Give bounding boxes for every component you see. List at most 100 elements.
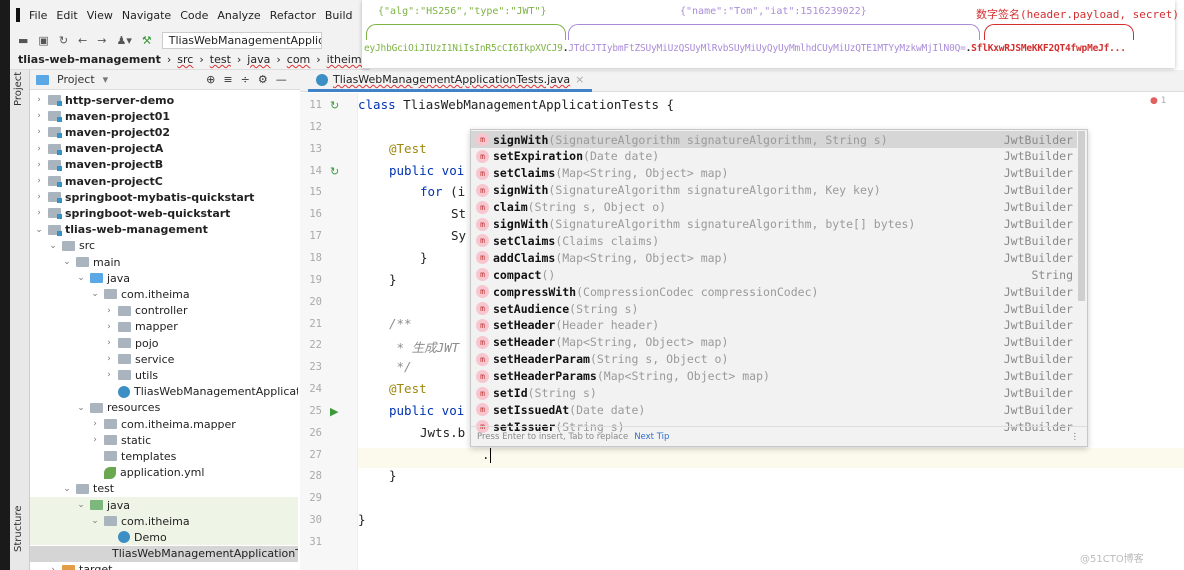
tree-item[interactable]: › maven-projectB [34, 157, 163, 173]
run-config-select[interactable]: TliasWebManagementApplica [161, 31, 322, 49]
chevron-down-icon[interactable]: ⌄ [76, 273, 86, 283]
tree-item[interactable]: ⌄ java [30, 497, 298, 513]
structure-tool-tab[interactable]: Structure [13, 505, 24, 552]
tree-item[interactable]: › maven-projectC [34, 173, 163, 189]
breadcrumb-item[interactable]: test [210, 53, 231, 66]
gear-icon[interactable]: ⚙ [258, 73, 268, 86]
tree-item[interactable]: › controller [104, 303, 187, 319]
tree-item[interactable]: › mapper [104, 319, 178, 335]
completion-item[interactable]: m setAudience (String s) JwtBuilder [471, 300, 1077, 317]
back-icon[interactable]: ← [78, 34, 87, 47]
collapse-all-icon[interactable]: ÷ [241, 73, 250, 86]
chevron-right-icon[interactable]: › [90, 435, 100, 445]
menu-navigate[interactable]: Navigate [122, 9, 171, 22]
run-icon[interactable]: ▶ [330, 405, 338, 418]
tree-item[interactable]: ⌄ tlias-web-management [34, 222, 208, 238]
tree-item[interactable]: ⌄ resources [76, 400, 160, 416]
save-icon[interactable]: ▣ [38, 34, 48, 47]
chevron-right-icon[interactable]: › [34, 160, 44, 170]
tree-item[interactable]: › static [90, 432, 151, 448]
tree-item[interactable]: templates [90, 448, 176, 464]
tree-item[interactable]: ⌄ com.itheima [30, 513, 298, 530]
chevron-down-icon[interactable]: ⌄ [62, 484, 72, 494]
chevron-right-icon[interactable]: › [34, 144, 44, 154]
tree-item[interactable]: application.yml [90, 465, 204, 481]
expand-all-icon[interactable]: ≡ [223, 73, 232, 86]
run-test-icon[interactable]: ↻ [330, 165, 339, 178]
tree-item[interactable]: › utils [104, 367, 158, 383]
tree-item[interactable]: ⌄ com.itheima [90, 286, 189, 302]
menu-refactor[interactable]: Refactor [270, 9, 316, 22]
completion-item[interactable]: m addClaims (Map<String, Object> map) JwtBu… [471, 249, 1077, 266]
tree-item[interactable]: ⌄ java [76, 270, 130, 286]
close-icon[interactable]: × [575, 73, 584, 86]
completion-item[interactable]: m claim (String s, Object o) JwtBuilder [471, 199, 1077, 216]
completion-item[interactable]: m setIssuedAt (Date date) JwtBuilder [471, 401, 1077, 418]
chevron-right-icon[interactable]: › [104, 370, 114, 380]
breadcrumb-item[interactable]: com [287, 53, 311, 66]
chevron-down-icon[interactable]: ⌄ [90, 516, 100, 526]
tree-item[interactable]: Demo [30, 529, 298, 546]
menu-build[interactable]: Build [325, 9, 353, 22]
hide-icon[interactable]: — [276, 73, 287, 86]
completion-item[interactable]: m compressWith (CompressionCodec compressi… [471, 283, 1077, 300]
tree-item[interactable]: TliasWebManagementApplication [104, 384, 298, 400]
chevron-right-icon[interactable]: › [104, 322, 114, 332]
tree-item[interactable]: › http-server-demo [34, 92, 174, 108]
completion-item[interactable]: m signWith (SignatureAlgorithm signatureAl… [471, 182, 1077, 199]
tree-item[interactable]: TliasWebManagementApplicationT [30, 545, 298, 562]
completion-item[interactable]: m setId (String s) JwtBuilder [471, 385, 1077, 402]
tree-item[interactable]: › springboot-web-quickstart [34, 205, 230, 221]
completion-item[interactable]: m setClaims (Claims claims) JwtBuilder [471, 232, 1077, 249]
chevron-down-icon[interactable]: ⌄ [76, 500, 86, 510]
project-tool-tab[interactable]: Project [13, 72, 24, 106]
menu-edit[interactable]: Edit [56, 9, 77, 22]
completion-item[interactable]: m signWith (SignatureAlgorithm signatureAl… [471, 131, 1077, 148]
chevron-right-icon[interactable]: › [34, 176, 44, 186]
breadcrumb-item[interactable]: tlias-web-management [18, 53, 161, 66]
tree-item[interactable]: › maven-project02 [34, 124, 170, 140]
breadcrumb-item[interactable]: src [177, 53, 193, 66]
chevron-down-icon[interactable]: ⌄ [62, 257, 72, 267]
chevron-down-icon[interactable]: ⌄ [76, 403, 86, 413]
chevron-down-icon[interactable]: ⌄ [48, 241, 58, 251]
tree-item[interactable]: › maven-projectA [34, 141, 163, 157]
chevron-right-icon[interactable]: › [104, 338, 114, 348]
completion-item[interactable]: m setClaims (Map<String, Object> map) JwtBu… [471, 165, 1077, 182]
completion-item[interactable]: m setExpiration (Date date) JwtBuilder [471, 148, 1077, 165]
chevron-right-icon[interactable]: › [90, 419, 100, 429]
sync-icon[interactable]: ↻ [59, 34, 68, 47]
menu-file[interactable]: File [29, 9, 47, 22]
next-tip-link[interactable]: Next Tip [634, 432, 669, 442]
more-options-icon[interactable]: ⋮ [1071, 432, 1080, 442]
menu-code[interactable]: Code [180, 9, 208, 22]
tree-item[interactable]: › springboot-mybatis-quickstart [34, 189, 254, 205]
scrollbar[interactable] [1078, 131, 1085, 301]
error-indicator[interactable]: ● 1 [1150, 96, 1166, 106]
completion-item[interactable]: m setHeader (Header header) JwtBuilder [471, 317, 1077, 334]
completion-item[interactable]: m setHeaderParams (Map<String, Object> map… [471, 368, 1077, 385]
chevron-right-icon[interactable]: › [34, 208, 44, 218]
open-folder-icon[interactable]: ▬ [18, 34, 28, 47]
chevron-down-icon[interactable]: ⌄ [90, 289, 100, 299]
chevron-right-icon[interactable]: › [34, 192, 44, 202]
build-hammer-icon[interactable]: ⚒ [142, 34, 152, 47]
completion-item[interactable]: m compact() String [471, 266, 1077, 283]
chevron-right-icon[interactable]: › [34, 127, 44, 137]
tree-item[interactable]: ⌄ main [62, 254, 120, 270]
chevron-right-icon[interactable]: › [34, 95, 44, 105]
locate-icon[interactable]: ⊕ [206, 73, 215, 86]
completion-item[interactable]: m setHeader (Map<String, Object> map) JwtBu… [471, 334, 1077, 351]
menu-view[interactable]: View [87, 9, 113, 22]
project-view-select[interactable]: Project [57, 73, 95, 86]
tree-item[interactable]: ⌄ src [48, 238, 95, 254]
tree-item[interactable]: › pojo [104, 335, 158, 351]
tab-editor-file[interactable]: TliasWebManagementApplicationTests.java … [308, 70, 593, 92]
menu-analyze[interactable]: Analyze [217, 9, 260, 22]
tree-item[interactable]: ⌄ test [62, 481, 114, 497]
run-test-icon[interactable]: ↻ [330, 99, 339, 112]
chevron-right-icon[interactable]: › [48, 565, 58, 570]
user-icon[interactable]: ♟▾ [116, 34, 131, 47]
forward-icon[interactable]: → [97, 34, 106, 47]
tree-item[interactable]: › service [104, 351, 174, 367]
